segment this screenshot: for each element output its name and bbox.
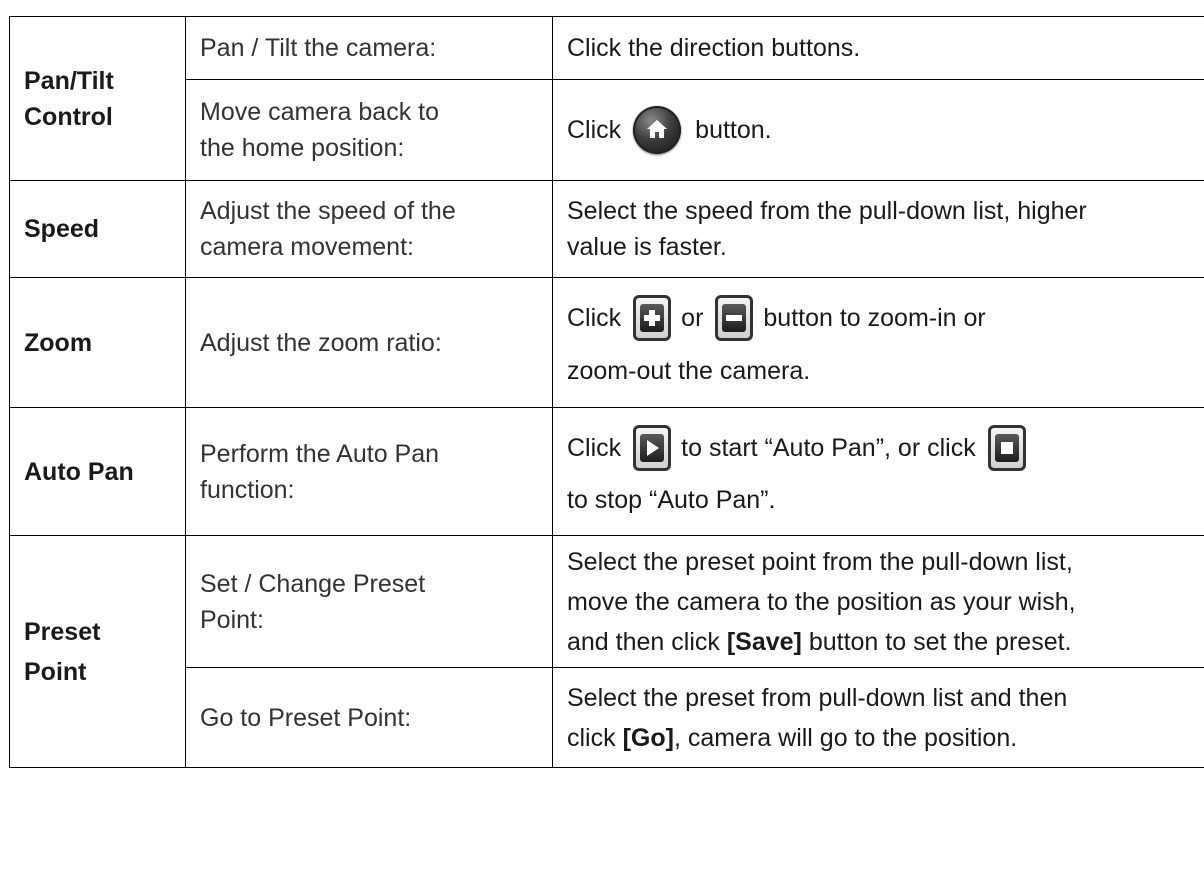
description-text: Adjust the zoom ratio: — [200, 328, 442, 357]
action-auto-pan: Click to start “Auto Pan”, or click to st… — [552, 407, 1204, 536]
action-text: , camera will go to the position. — [673, 723, 1018, 752]
desc-go-preset: Go to Preset Point: — [185, 667, 553, 768]
description-text: camera movement: — [200, 233, 414, 261]
description-text: Go to Preset Point: — [200, 703, 412, 732]
description-text: Set / Change Preset — [200, 569, 426, 598]
action-text: Select the preset point from the pull-do… — [567, 547, 1073, 576]
category-label: Preset — [24, 617, 101, 646]
category-label: Auto Pan — [24, 457, 134, 486]
description-text: Perform the Auto Pan — [200, 439, 440, 468]
category-auto-pan: Auto Pan — [9, 407, 186, 536]
action-home: Click button. — [552, 79, 1204, 181]
zoom-out-icon — [715, 295, 754, 342]
desc-auto-pan: Perform the Auto Pan function: — [185, 407, 553, 536]
category-preset-point: Preset Point — [9, 535, 186, 768]
description-text: Point: — [200, 605, 264, 634]
zoom-in-icon — [633, 295, 672, 342]
desc-speed: Adjust the speed of the camera movement: — [185, 180, 553, 278]
action-text: Click — [567, 116, 622, 144]
action-text: and then click [Save] button to set the … — [567, 622, 1204, 662]
action-go-preset: Select the preset from pull-down list an… — [552, 667, 1204, 768]
home-icon — [633, 106, 682, 154]
table-row: Go to Preset Point: Select the preset fr… — [10, 667, 1204, 768]
desc-zoom: Adjust the zoom ratio: — [185, 277, 553, 408]
category-pan-tilt: Pan/Tilt Control — [9, 16, 186, 181]
description-text: Move camera back to — [200, 98, 439, 126]
table-row: Zoom Adjust the zoom ratio: Click or butto… — [9, 277, 1204, 408]
action-text: and then click — [567, 627, 727, 656]
desc-set-preset: Set / Change Preset Point: — [185, 535, 553, 668]
play-icon — [633, 425, 672, 472]
action-text: or — [681, 304, 704, 333]
category-zoom: Zoom — [9, 277, 186, 408]
category-label: Speed — [24, 215, 100, 243]
category-label: Pan/Tilt — [24, 66, 114, 95]
action-text: click — [567, 723, 623, 752]
action-text: Click — [567, 434, 622, 463]
stop-icon — [987, 425, 1026, 472]
action-speed: Select the speed from the pull-down list… — [552, 180, 1204, 278]
action-pan-tilt: Click the direction buttons. — [552, 16, 1204, 80]
save-button-label: [Save] — [726, 627, 802, 656]
action-text: move the camera to the position as your … — [567, 587, 1076, 616]
category-label: Point — [24, 657, 87, 686]
category-speed: Speed — [9, 180, 186, 278]
table-row: Pan/Tilt Control Pan / Tilt the camera: … — [9, 16, 1204, 181]
desc-pan-tilt: Pan / Tilt the camera: — [185, 16, 553, 80]
action-text: to stop “Auto Pan”. — [567, 486, 776, 515]
action-text: Select the speed from the pull-down list… — [567, 197, 1087, 225]
desc-home: Move camera back to the home position: — [185, 79, 553, 181]
category-label: Control — [24, 102, 113, 131]
description-text: Pan / Tilt the camera: — [200, 34, 437, 62]
action-text: zoom-out the camera. — [567, 357, 811, 386]
action-text: Select the preset from pull-down list an… — [567, 683, 1068, 712]
action-text: to start “Auto Pan”, or click — [681, 434, 976, 463]
action-text: click [Go], camera will go to the positi… — [567, 718, 1204, 758]
go-button-label: [Go] — [622, 723, 674, 752]
action-text: value is faster. — [567, 233, 727, 261]
action-text: button to set the preset. — [801, 627, 1072, 656]
table-row: Speed Adjust the speed of the camera mov… — [9, 180, 1204, 278]
action-set-preset: Select the preset point from the pull-do… — [552, 535, 1204, 668]
action-text: Click the direction buttons. — [567, 34, 861, 62]
action-text: button to zoom-in or — [763, 304, 986, 333]
ptz-control-table: Pan/Tilt Control Pan / Tilt the camera: … — [9, 16, 1204, 768]
description-text: Adjust the speed of the — [200, 197, 456, 225]
description-text: function: — [200, 475, 295, 504]
table-row: Auto Pan Perform the Auto Pan function: … — [9, 407, 1204, 536]
description-text: the home position: — [200, 134, 405, 162]
table-row: Move camera back to the home position: C… — [10, 79, 1204, 181]
action-text: Click — [567, 304, 622, 333]
action-zoom: Click or button to zoom-in or zoom-out the… — [552, 277, 1204, 408]
action-text: button. — [695, 116, 772, 144]
table-row: Preset Point Set / Change Preset Point: … — [9, 535, 1204, 768]
category-label: Zoom — [24, 328, 93, 357]
